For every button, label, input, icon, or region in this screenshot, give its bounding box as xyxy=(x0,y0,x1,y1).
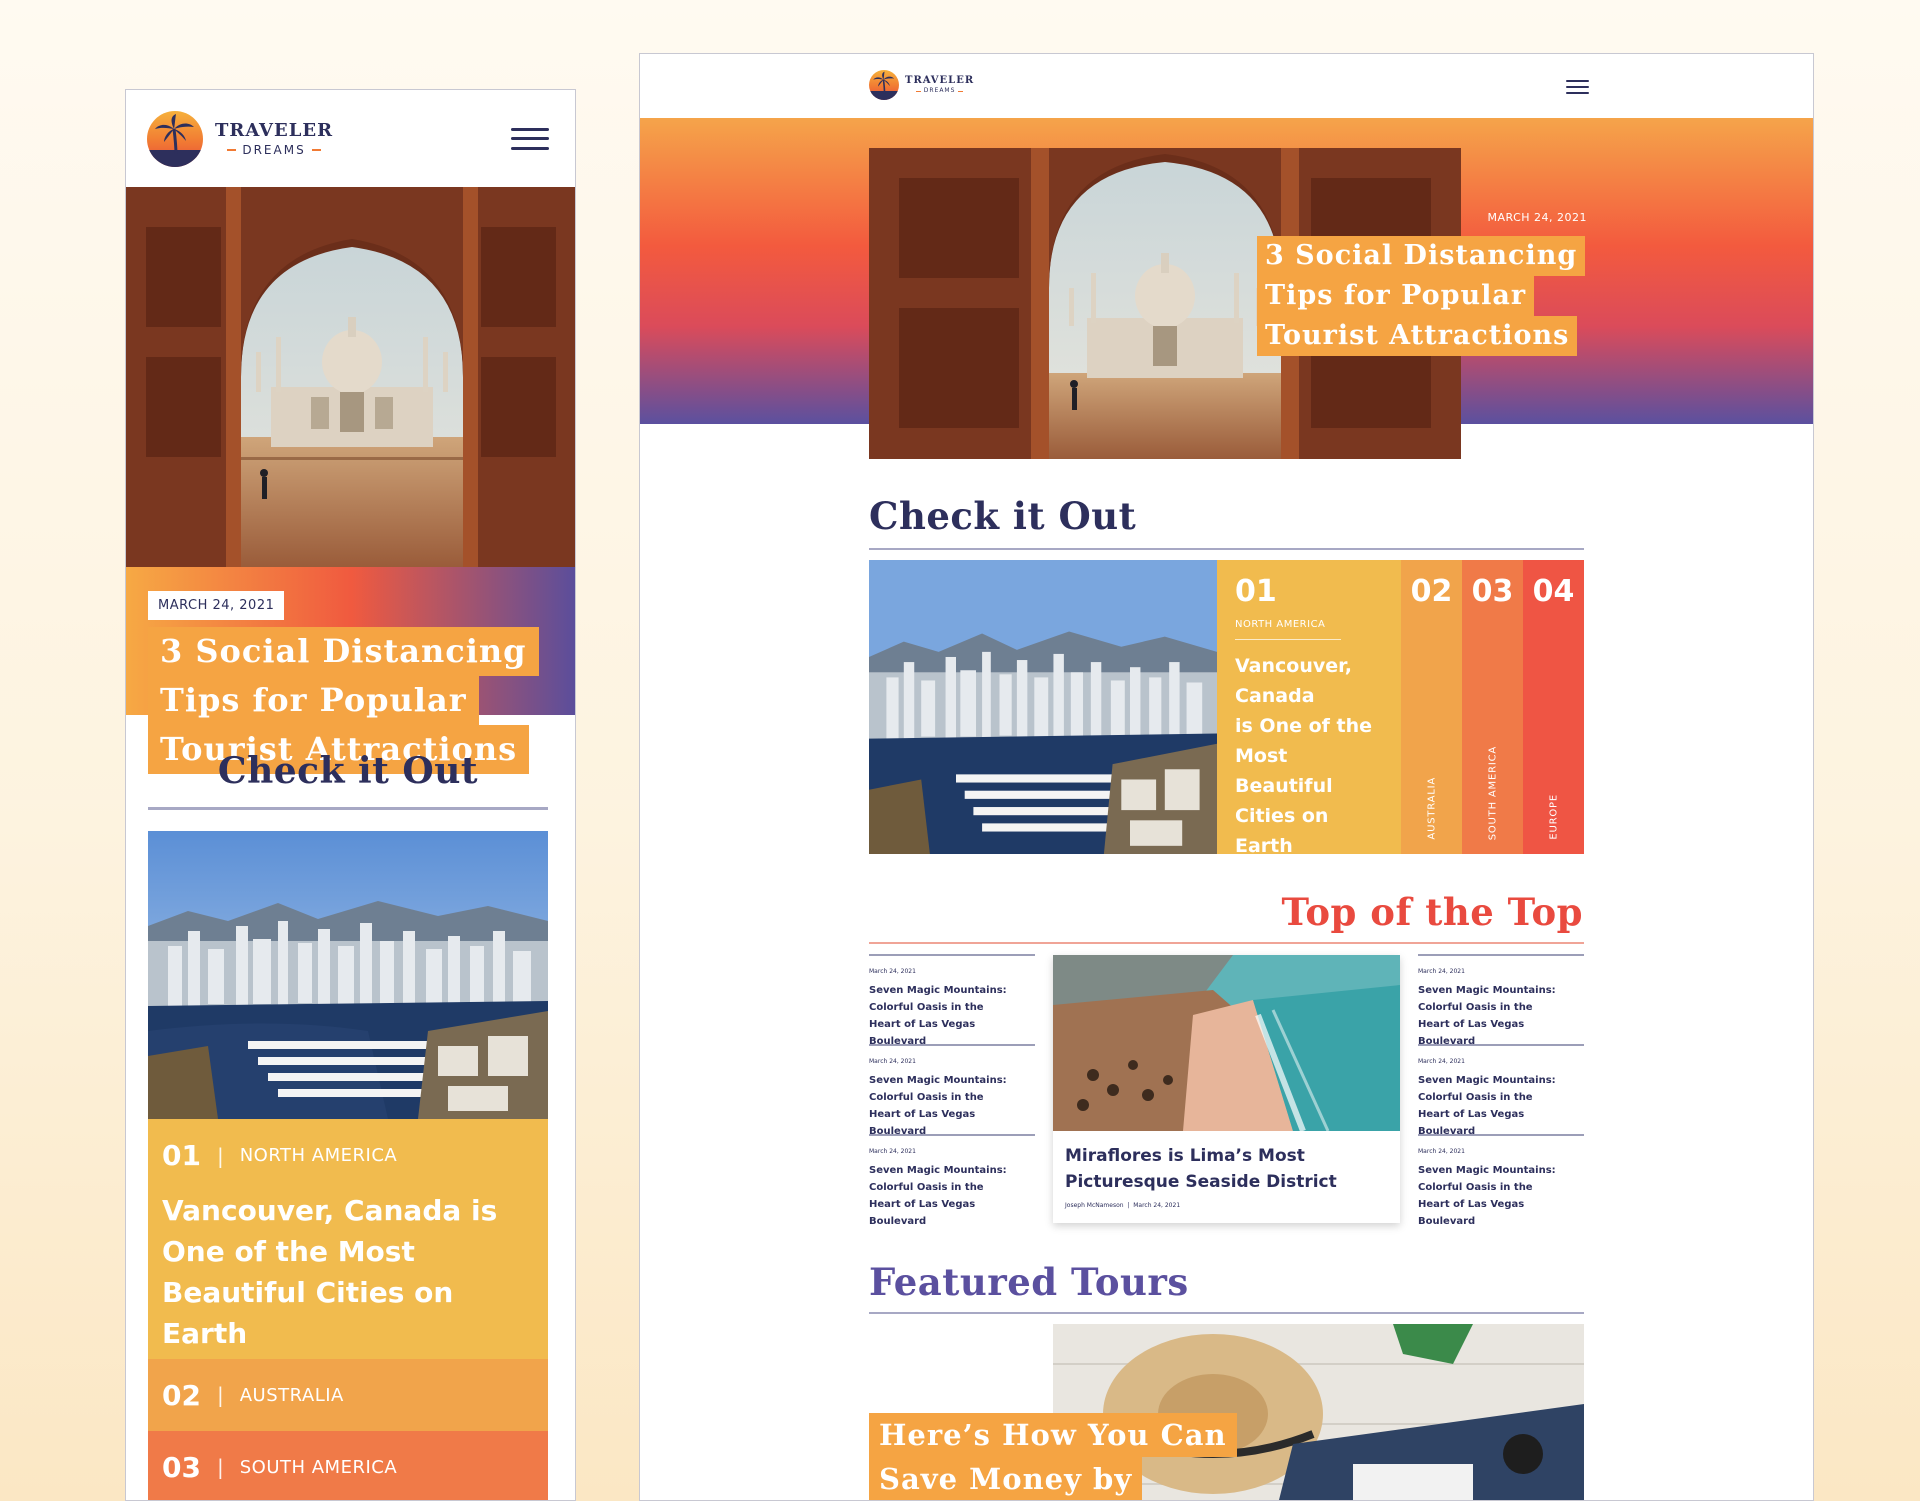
tab-south-america[interactable]: 03 SOUTH AMERICA xyxy=(1462,560,1523,854)
list-item[interactable]: March 24, 2021 Seven Magic Mountains: Col… xyxy=(1418,1134,1584,1227)
list-item[interactable]: March 24, 2021 Seven Magic Mountains: Col… xyxy=(1418,954,1584,1047)
hero-date: MARCH 24, 2021 xyxy=(1487,211,1587,224)
tours-title-line: Save Money by xyxy=(869,1457,1143,1500)
list-item-australia[interactable]: 02 | AUSTRALIA xyxy=(148,1359,548,1431)
tab-australia[interactable]: 02 AUSTRALIA xyxy=(1401,560,1462,854)
check-it-out-heading: Check it Out xyxy=(217,750,479,792)
featured-tours-heading: Featured Tours xyxy=(869,1260,1189,1304)
featured-title: Vancouver, Canada is One of the Most Bea… xyxy=(1235,655,1373,857)
logo-text: TRAVELER DREAMS xyxy=(905,76,974,94)
hero-date: MARCH 24, 2021 xyxy=(148,591,285,620)
vancouver-image[interactable] xyxy=(869,560,1217,854)
hero-image xyxy=(126,187,575,567)
hero-title-line: Tourist Attractions xyxy=(1257,316,1578,356)
logo-subtitle: DREAMS xyxy=(227,144,321,156)
section-divider xyxy=(869,548,1584,550)
center-article-title: Miraflores is Lima’s Most Picturesque Sea… xyxy=(1065,1146,1337,1192)
vancouver-image[interactable] xyxy=(148,831,548,1119)
featured-number: 01 xyxy=(162,1139,201,1172)
hero-title-line: 3 Social Distancing xyxy=(1257,236,1586,276)
featured-date: MARCH 24, 2021 xyxy=(1235,867,1324,878)
hero-title-line: Tips for Popular xyxy=(148,676,479,725)
hero-title-line: 3 Social Distancing xyxy=(148,627,539,676)
desktop-header: TRAVELER DREAMS xyxy=(640,54,1813,118)
list-item[interactable]: March 24, 2021 Seven Magic Mountains: Col… xyxy=(869,1134,1035,1227)
tours-title-line: Here’s How You Can xyxy=(869,1413,1237,1457)
hero-title[interactable]: 3 Social Distancing Tips for Popular Tou… xyxy=(1257,236,1597,356)
palm-logo-icon xyxy=(869,70,899,100)
featured-region: NORTH AMERICA xyxy=(1235,619,1341,640)
center-article-meta: Joseph McNameson | March 24, 2021 xyxy=(1065,1202,1181,1209)
logo-subtitle: DREAMS xyxy=(915,88,964,94)
side-list-right: March 24, 2021 Seven Magic Mountains: Col… xyxy=(1418,954,1584,1227)
featured-article-card[interactable]: 01 | NORTH AMERICA Vancouver, Canada is … xyxy=(148,1119,548,1384)
desktop-preview: TRAVELER DREAMS MARCH 24, 2021 3 Social … xyxy=(639,53,1814,1501)
list-item[interactable]: March 24, 2021 Seven Magic Mountains: Col… xyxy=(869,1044,1035,1137)
check-it-out-heading: Check it Out xyxy=(869,494,1137,538)
hero-title-line: Tips for Popular xyxy=(1257,276,1535,316)
tours-title[interactable]: Here’s How You Can Save Money by xyxy=(869,1413,1249,1500)
featured-title: Vancouver, Canada is One of the Most Bea… xyxy=(162,1194,498,1350)
tab-europe[interactable]: 04 EUROPE xyxy=(1523,560,1584,854)
section-divider xyxy=(869,942,1584,944)
side-list-left: March 24, 2021 Seven Magic Mountains: Col… xyxy=(869,954,1035,1227)
section-divider xyxy=(148,807,548,810)
list-item-south-america[interactable]: 03 | SOUTH AMERICA xyxy=(148,1431,548,1500)
mobile-hero[interactable]: MARCH 24, 2021 3 Social Distancing Tips … xyxy=(126,187,575,774)
list-item[interactable]: March 24, 2021 Seven Magic Mountains: Col… xyxy=(1418,1044,1584,1137)
hamburger-menu-icon[interactable] xyxy=(511,127,549,150)
featured-article-card[interactable]: 01 NORTH AMERICA Vancouver, Canada is On… xyxy=(1217,560,1401,878)
section-divider xyxy=(869,1312,1584,1314)
center-article-card[interactable]: Miraflores is Lima’s Most Picturesque Sea… xyxy=(1053,955,1400,1223)
hamburger-menu-icon[interactable] xyxy=(1566,80,1589,94)
logo-title: TRAVELER xyxy=(905,75,975,86)
featured-number: 01 xyxy=(1235,574,1277,609)
beach-image xyxy=(1053,955,1400,1131)
logo-text: TRAVELER DREAMS xyxy=(215,119,334,156)
list-item[interactable]: March 24, 2021 Seven Magic Mountains: Col… xyxy=(869,954,1035,1047)
separator: | xyxy=(216,1143,224,1168)
logo-title: TRAVELER xyxy=(215,119,334,141)
top-of-the-top-heading: Top of the Top xyxy=(1281,890,1583,934)
featured-region: NORTH AMERICA xyxy=(239,1145,398,1166)
mobile-preview: TRAVELER DREAMS MARCH 24, 2021 3 Social … xyxy=(125,89,576,1501)
palm-logo-icon xyxy=(147,110,203,167)
logo[interactable]: TRAVELER DREAMS xyxy=(147,110,334,167)
logo[interactable]: TRAVELER DREAMS xyxy=(869,70,974,100)
mobile-header: TRAVELER DREAMS xyxy=(126,90,575,187)
